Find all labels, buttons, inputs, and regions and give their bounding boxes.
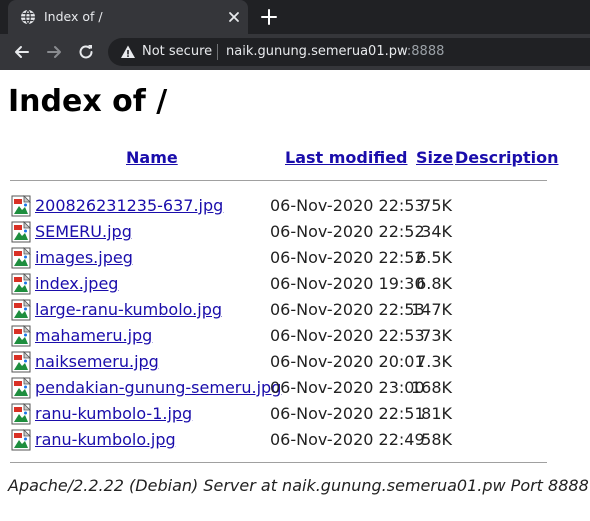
url-text[interactable]: naik.gunung.semerua01.pw:8888	[226, 44, 444, 59]
file-link[interactable]: naiksemeru.jpg	[35, 352, 159, 371]
tab-title: Index of /	[44, 9, 103, 24]
file-size: 73K	[421, 326, 452, 345]
url-port: :8888	[406, 44, 445, 59]
file-modified: 06-Nov-2020 22:52	[270, 222, 425, 241]
file-modified: 06-Nov-2020 22:49	[270, 430, 425, 449]
file-modified: 06-Nov-2020 22:52	[270, 248, 425, 267]
file-link[interactable]: ranu-kumbolo.jpg	[35, 430, 176, 449]
browser-toolbar: Not secure naik.gunung.semerua01.pw:8888	[0, 34, 590, 70]
file-row: pendakian-gunung-semeru.jpg 06-Nov-2020 2…	[0, 374, 590, 400]
file-link[interactable]: images.jpeg	[35, 248, 133, 267]
file-row: ranu-kumbolo.jpg 06-Nov-2020 22:49 58K	[0, 426, 590, 452]
image-file-icon[interactable]	[11, 351, 31, 373]
file-link[interactable]: pendakian-gunung-semeru.jpg	[35, 378, 281, 397]
close-icon[interactable]	[226, 9, 242, 25]
file-size: 75K	[421, 196, 452, 215]
warning-triangle-icon[interactable]	[120, 44, 136, 60]
file-size: 168K	[410, 378, 452, 397]
tab-strip: Index of /	[0, 0, 590, 34]
arrow-right-icon[interactable]	[44, 42, 64, 62]
file-link[interactable]: ranu-kumbolo-1.jpg	[35, 404, 192, 423]
file-row: mahameru.jpg 06-Nov-2020 22:53 73K	[0, 322, 590, 348]
tab-index-of[interactable]: Index of /	[8, 0, 248, 34]
image-file-icon[interactable]	[11, 325, 31, 347]
server-signature: Apache/2.2.22 (Debian) Server at naik.gu…	[8, 476, 589, 495]
column-header-size[interactable]: Size	[416, 148, 453, 167]
file-size: 81K	[421, 404, 452, 423]
file-modified: 06-Nov-2020 19:30	[270, 274, 425, 293]
image-file-icon[interactable]	[11, 377, 31, 399]
column-header-description[interactable]: Description	[455, 148, 558, 167]
file-modified: 06-Nov-2020 22:53	[270, 300, 425, 319]
file-row: 200826231235-637.jpg 06-Nov-2020 22:53 75K	[0, 192, 590, 218]
header-divider	[10, 180, 547, 181]
file-link[interactable]: large-ranu-kumbolo.jpg	[35, 300, 222, 319]
address-divider	[217, 44, 218, 60]
url-host: naik.gunung.semerua01.pw	[226, 44, 407, 59]
arrow-left-icon[interactable]	[12, 42, 32, 62]
footer-divider	[10, 462, 547, 463]
file-modified: 06-Nov-2020 22:53	[270, 196, 425, 215]
file-modified: 06-Nov-2020 22:53	[270, 326, 425, 345]
file-row: ranu-kumbolo-1.jpg 06-Nov-2020 22:51 81K	[0, 400, 590, 426]
file-link[interactable]: mahameru.jpg	[35, 326, 152, 345]
file-row: SEMERU.jpg 06-Nov-2020 22:52 34K	[0, 218, 590, 244]
image-file-icon[interactable]	[11, 299, 31, 321]
image-file-icon[interactable]	[11, 247, 31, 269]
page-title: Index of /	[8, 84, 168, 119]
file-size: 6.5K	[416, 248, 452, 267]
security-label[interactable]: Not secure	[142, 44, 212, 59]
plus-icon[interactable]	[260, 8, 278, 26]
file-link[interactable]: index.jpeg	[35, 274, 118, 293]
column-header-last-modified[interactable]: Last modified	[285, 148, 408, 167]
file-size: 6.8K	[416, 274, 452, 293]
file-row: large-ranu-kumbolo.jpg 06-Nov-2020 22:53 1…	[0, 296, 590, 322]
file-row: naiksemeru.jpg 06-Nov-2020 20:01 7.3K	[0, 348, 590, 374]
file-link[interactable]: SEMERU.jpg	[35, 222, 132, 241]
image-file-icon[interactable]	[11, 429, 31, 451]
image-file-icon[interactable]	[11, 195, 31, 217]
file-row: images.jpeg 06-Nov-2020 22:52 6.5K	[0, 244, 590, 270]
image-file-icon[interactable]	[11, 273, 31, 295]
file-modified: 06-Nov-2020 23:00	[270, 378, 425, 397]
file-link[interactable]: 200826231235-637.jpg	[35, 196, 223, 215]
file-size: 34K	[421, 222, 452, 241]
globe-icon	[21, 9, 35, 25]
image-file-icon[interactable]	[11, 403, 31, 425]
file-row: index.jpeg 06-Nov-2020 19:30 6.8K	[0, 270, 590, 296]
column-header-name[interactable]: Name	[126, 148, 178, 167]
file-modified: 06-Nov-2020 20:01	[270, 352, 425, 371]
file-size: 147K	[410, 300, 452, 319]
page-content: Index of / Name Last modified Size Descr…	[0, 70, 590, 521]
file-size: 7.3K	[416, 352, 452, 371]
reload-icon[interactable]	[76, 42, 96, 62]
file-modified: 06-Nov-2020 22:51	[270, 404, 425, 423]
file-size: 58K	[421, 430, 452, 449]
image-file-icon[interactable]	[11, 221, 31, 243]
address-bar[interactable]: Not secure naik.gunung.semerua01.pw:8888	[108, 38, 590, 66]
